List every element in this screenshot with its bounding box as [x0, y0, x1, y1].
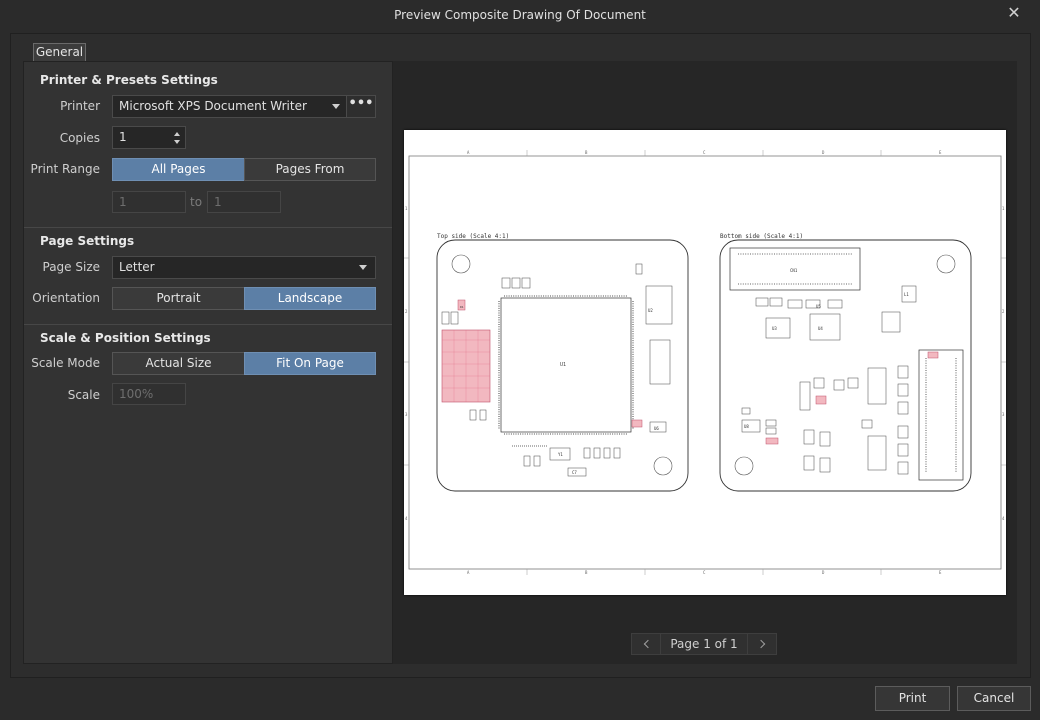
copies-value: 1 — [119, 130, 127, 144]
component-label: C7 — [572, 470, 577, 475]
range-pages-from-button[interactable]: Pages From — [244, 158, 376, 181]
print-range-label: Print Range — [30, 162, 100, 176]
component-label: L1 — [904, 292, 909, 297]
component-label: D1 — [460, 305, 464, 309]
chevron-down-icon — [359, 265, 367, 270]
component-label: U6 — [654, 426, 659, 431]
range-to-label: to — [190, 195, 203, 209]
pcb-drawing: A B C D E A B C D E 1 2 3 4 1 2 3 4 Top … — [404, 150, 1006, 575]
row-mark: 1 — [405, 206, 408, 211]
col-mark: A — [467, 570, 470, 575]
scale-input[interactable]: 100% — [112, 383, 186, 405]
col-mark: E — [939, 150, 942, 155]
bottom-side-label: Bottom side (Scale 4:1) — [720, 233, 803, 240]
row-mark: 3 — [1002, 412, 1005, 417]
top-side-label: Top side (Scale 4:1) — [437, 233, 509, 240]
row-mark: 4 — [1002, 516, 1005, 521]
printer-more-button[interactable]: ••• — [346, 95, 376, 118]
col-mark: C — [703, 570, 706, 575]
chevron-down-icon[interactable] — [174, 140, 180, 144]
tab-general[interactable]: General — [33, 43, 86, 62]
orientation-landscape-button[interactable]: Landscape — [244, 287, 376, 310]
component-label: U1 — [560, 362, 566, 368]
row-mark: 4 — [405, 516, 408, 521]
component-label: U8 — [744, 424, 749, 429]
preview-page: A B C D E A B C D E 1 2 3 4 1 2 3 4 Top … — [404, 130, 1006, 595]
window-title: Preview Composite Drawing Of Document — [394, 8, 646, 22]
previous-page-button[interactable] — [631, 633, 661, 655]
chevron-left-icon — [643, 639, 653, 649]
row-mark: 2 — [405, 309, 408, 314]
col-mark: A — [467, 150, 470, 155]
printer-presets-title: Printer & Presets Settings — [40, 73, 218, 87]
scale-position-title: Scale & Position Settings — [40, 331, 211, 345]
col-mark: B — [585, 150, 588, 155]
next-page-button[interactable] — [747, 633, 777, 655]
copies-stepper[interactable]: 1 — [112, 126, 186, 149]
range-all-pages-button[interactable]: All Pages — [112, 158, 245, 181]
range-to-input[interactable]: 1 — [207, 191, 281, 213]
chevron-down-icon — [332, 104, 340, 109]
orientation-label: Orientation — [32, 291, 100, 305]
col-mark: C — [703, 150, 706, 155]
page-indicator: Page 1 of 1 — [661, 633, 747, 655]
printer-select-value: Microsoft XPS Document Writer — [119, 99, 307, 113]
component-label: CN1 — [790, 268, 798, 273]
cancel-button[interactable]: Cancel — [957, 686, 1031, 711]
page-settings-title: Page Settings — [40, 234, 135, 248]
scale-mode-label: Scale Mode — [31, 356, 100, 370]
col-mark: D — [822, 570, 825, 575]
title-bar: Preview Composite Drawing Of Document ✕ — [0, 0, 1040, 30]
printer-label: Printer — [60, 99, 100, 113]
chevron-up-icon[interactable] — [174, 132, 180, 136]
col-mark: B — [585, 570, 588, 575]
page-size-value: Letter — [119, 260, 155, 274]
col-mark: D — [822, 150, 825, 155]
row-mark: 1 — [1002, 206, 1005, 211]
component-label: U5 — [816, 304, 821, 309]
component-label: Y1 — [558, 452, 563, 457]
scale-label: Scale — [67, 388, 100, 402]
row-mark: 2 — [1002, 309, 1005, 314]
component-label: U4 — [818, 326, 823, 331]
section-divider — [24, 324, 392, 325]
scale-fit-on-page-button[interactable]: Fit On Page — [244, 352, 376, 375]
col-mark: E — [939, 570, 942, 575]
page-size-label: Page Size — [42, 260, 101, 274]
close-icon[interactable]: ✕ — [1006, 4, 1022, 22]
range-from-input[interactable]: 1 — [112, 191, 186, 213]
printer-select[interactable]: Microsoft XPS Document Writer — [112, 95, 349, 118]
section-divider — [24, 227, 392, 228]
print-button[interactable]: Print — [875, 686, 950, 711]
page-size-select[interactable]: Letter — [112, 256, 376, 279]
copies-label: Copies — [59, 131, 100, 145]
row-mark: 3 — [405, 412, 408, 417]
chevron-right-icon — [756, 639, 766, 649]
component-label: U2 — [648, 308, 653, 313]
orientation-portrait-button[interactable]: Portrait — [112, 287, 245, 310]
component-label: U3 — [772, 326, 777, 331]
scale-actual-size-button[interactable]: Actual Size — [112, 352, 245, 375]
